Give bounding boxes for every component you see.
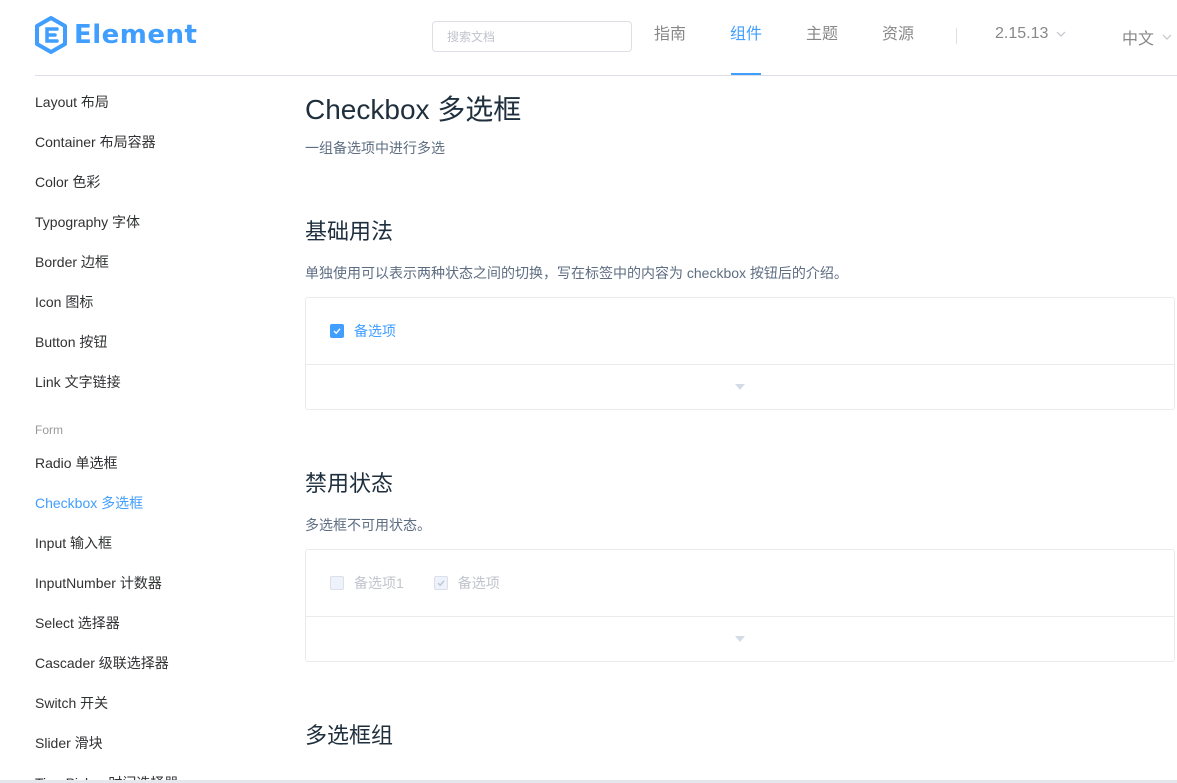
element-logo-icon: [35, 16, 67, 54]
page-description: 一组备选项中进行多选: [305, 140, 445, 156]
header-divider: [35, 75, 1177, 76]
demo-block-basic: 备选项: [305, 297, 1175, 410]
sidebar-item-cascader[interactable]: Cascader 级联选择器: [35, 643, 169, 683]
check-icon: [333, 328, 341, 335]
section-title-group: 多选框组: [305, 723, 394, 748]
search-input[interactable]: [432, 21, 632, 52]
sidebar-item-slider[interactable]: Slider 滑块: [35, 723, 103, 763]
sidebar-item-layout[interactable]: Layout 布局: [35, 82, 109, 122]
logo-text: Element: [74, 20, 198, 50]
section-title-disabled: 禁用状态: [305, 471, 394, 496]
caret-down-icon: [735, 384, 745, 390]
language-dropdown[interactable]: 中文: [1122, 25, 1172, 49]
checkbox-label: 备选项: [457, 575, 500, 591]
checkbox-box[interactable]: [330, 324, 344, 338]
sidebar-item-radio[interactable]: Radio 单选框: [35, 443, 117, 483]
sidebar-item-checkbox[interactable]: Checkbox 多选框: [35, 483, 143, 523]
sidebar-item-border[interactable]: Border 边框: [35, 242, 109, 282]
sidebar-item-switch[interactable]: Switch 开关: [35, 683, 108, 723]
demo-source: 备选项: [306, 298, 1174, 365]
version-label: 2.15.13: [995, 25, 1049, 42]
sidebar-item-container[interactable]: Container 布局容器: [35, 122, 156, 162]
sidebar-item-input[interactable]: Input 输入框: [35, 523, 112, 563]
nav-divider: [956, 28, 957, 44]
page-title: Checkbox 多选框: [305, 94, 522, 125]
nav-component[interactable]: 组件: [730, 25, 762, 45]
sidebar-group-form: Form: [35, 423, 63, 437]
demo-expand-toggle[interactable]: [306, 617, 1174, 661]
checkbox-option-disabled[interactable]: 备选项1: [330, 573, 404, 593]
checkbox-option[interactable]: 备选项: [330, 321, 396, 341]
chevron-down-icon: [1056, 31, 1066, 37]
checkbox-label: 备选项1: [354, 575, 404, 591]
sidebar-item-select[interactable]: Select 选择器: [35, 603, 120, 643]
demo-source: 备选项1 备选项: [306, 550, 1174, 617]
checkbox-box[interactable]: [330, 576, 344, 590]
check-icon: [437, 580, 445, 587]
nav-theme[interactable]: 主题: [806, 25, 838, 45]
section-title-basic: 基础用法: [305, 219, 394, 244]
chevron-down-icon: [1162, 34, 1172, 40]
nav-guide[interactable]: 指南: [654, 25, 686, 45]
sidebar-item-inputnumber[interactable]: InputNumber 计数器: [35, 563, 162, 603]
version-dropdown[interactable]: 2.15.13: [995, 25, 1066, 43]
top-header: Element 指南 组件 主题 资源 2.15.13 中文: [0, 0, 1177, 76]
sidebar-item-typography[interactable]: Typography 字体: [35, 202, 140, 242]
demo-block-disabled: 备选项1 备选项: [305, 549, 1175, 662]
checkbox-box[interactable]: [433, 576, 448, 590]
section-desc-basic: 单独使用可以表示两种状态之间的切换，写在标签中的内容为 checkbox 按钮后…: [305, 265, 848, 281]
language-label: 中文: [1122, 31, 1155, 48]
sidebar-item-icon[interactable]: Icon 图标: [35, 282, 93, 322]
section-desc-disabled: 多选框不可用状态。: [305, 517, 431, 533]
sidebar-item-button[interactable]: Button 按钮: [35, 322, 107, 362]
sidebar-item-color[interactable]: Color 色彩: [35, 162, 100, 202]
sidebar-item-link[interactable]: Link 文字链接: [35, 362, 121, 402]
checkbox-option-disabled-checked[interactable]: 备选项: [433, 573, 500, 593]
caret-down-icon: [735, 636, 745, 642]
nav-resource[interactable]: 资源: [882, 25, 914, 45]
checkbox-label: 备选项: [354, 323, 396, 339]
demo-expand-toggle[interactable]: [306, 365, 1174, 409]
element-logo[interactable]: Element: [34, 15, 197, 55]
